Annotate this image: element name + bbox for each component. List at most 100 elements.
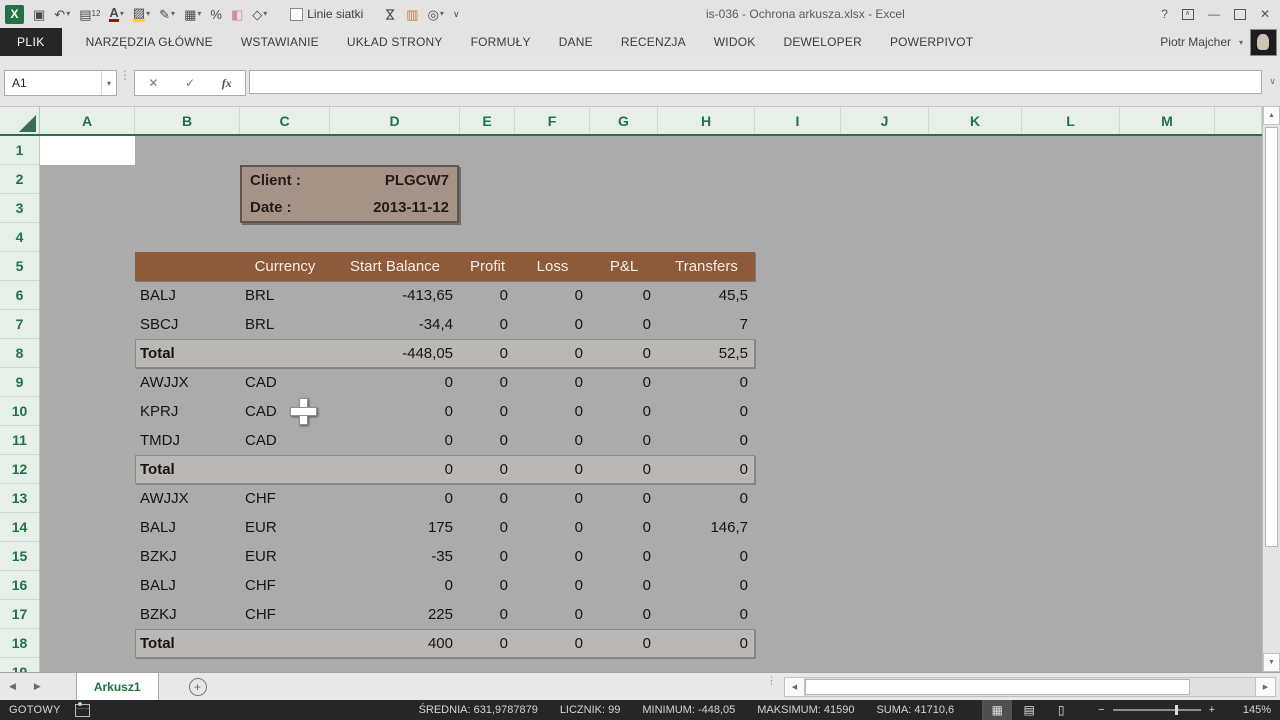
cell-r15c2[interactable]: -35 [330, 542, 460, 571]
font-color-dropdown-icon[interactable]: ▾ [120, 10, 124, 18]
normal-view-icon[interactable]: ▦ [982, 700, 1012, 720]
cell-r9c4[interactable]: 0 [515, 368, 590, 397]
cell-r12c4[interactable]: 0 [515, 455, 590, 484]
shapes-icon[interactable]: ◇▾ [252, 8, 267, 21]
column-header-I[interactable]: I [755, 107, 841, 134]
sheet-grid[interactable]: Client :PLGCW7Date :2013-11-12 CurrencyS… [40, 136, 1262, 672]
cell-r13c3[interactable]: 0 [460, 484, 515, 513]
row-header-19[interactable]: 19 [0, 658, 39, 672]
table-row-12[interactable]: Total00000 [135, 455, 755, 484]
cell-r10c2[interactable]: 0 [330, 397, 460, 426]
cell-r8c0[interactable]: Total [135, 339, 240, 368]
column-header-K[interactable]: K [929, 107, 1022, 134]
status-stat[interactable]: ŚREDNIA: 631,9787879 [419, 704, 538, 716]
ribbon-tab-deweloper[interactable]: DEWELOPER [769, 28, 875, 56]
table-row-6[interactable]: BALJBRL-413,6500045,5 [135, 281, 755, 310]
pen-icon[interactable]: ✎▾ [159, 8, 175, 21]
pen-dropdown-icon[interactable]: ▾ [171, 10, 175, 18]
cell-r8c4[interactable]: 0 [515, 339, 590, 368]
cell-r6c3[interactable]: 0 [460, 281, 515, 310]
cell-r6c2[interactable]: -413,65 [330, 281, 460, 310]
cell-r12c5[interactable]: 0 [590, 455, 658, 484]
next-sheet-icon[interactable]: ▶ [25, 681, 50, 692]
cell-r7c3[interactable]: 0 [460, 310, 515, 339]
cell-r12c6[interactable]: 0 [658, 455, 755, 484]
cell-r16c3[interactable]: 0 [460, 571, 515, 600]
user-area[interactable]: Piotr Majcher ▾ [1160, 28, 1280, 56]
table-row-8[interactable]: Total-448,0500052,5 [135, 339, 755, 368]
name-box[interactable]: A1 ▾ [4, 70, 117, 96]
ribbon-tab-widok[interactable]: WIDOK [700, 28, 770, 56]
cell-r7c1[interactable]: BRL [240, 310, 330, 339]
cell-r15c5[interactable]: 0 [590, 542, 658, 571]
vertical-scrollbar-thumb[interactable] [1265, 127, 1278, 547]
cell-r17c2[interactable]: 225 [330, 600, 460, 629]
row-header-10[interactable]: 10 [0, 397, 39, 426]
row-header-17[interactable]: 17 [0, 600, 39, 629]
cell-r12c0[interactable]: Total [135, 455, 240, 484]
vertical-scrollbar[interactable]: ▲ ▼ [1262, 106, 1280, 672]
row-header-7[interactable]: 7 [0, 310, 39, 339]
macro-record-icon[interactable] [75, 704, 90, 717]
table-header-profit[interactable]: Profit [460, 252, 515, 281]
cell-r12c3[interactable]: 0 [460, 455, 515, 484]
cell-r14c2[interactable]: 175 [330, 513, 460, 542]
cell-r7c5[interactable]: 0 [590, 310, 658, 339]
ribbon-tab-wstawianie[interactable]: WSTAWIANIE [227, 28, 333, 56]
ribbon-tab-dane[interactable]: DANE [545, 28, 607, 56]
cell-r15c4[interactable]: 0 [515, 542, 590, 571]
cell-r13c4[interactable]: 0 [515, 484, 590, 513]
client-info-box[interactable]: Client :PLGCW7Date :2013-11-12 [240, 165, 459, 223]
copy-picture-icon[interactable]: ▥ [406, 8, 418, 21]
cell-r9c5[interactable]: 0 [590, 368, 658, 397]
cell-r12c1[interactable] [240, 455, 330, 484]
cell-r10c1[interactable]: CAD [240, 397, 330, 426]
zoom-in-icon[interactable]: + [1209, 704, 1215, 716]
horizontal-scrollbar-thumb[interactable] [805, 679, 1190, 695]
formula-bar-separator[interactable]: ⋮ [119, 73, 125, 78]
row-header-1[interactable]: 1 [0, 136, 39, 165]
table-header-p-l[interactable]: P&L [590, 252, 658, 281]
cell-r14c1[interactable]: EUR [240, 513, 330, 542]
table-row-11[interactable]: TMDJCAD00000 [135, 426, 755, 455]
column-header-E[interactable]: E [460, 107, 515, 134]
cancel-entry-icon[interactable]: ✕ [148, 76, 158, 90]
cell-r7c2[interactable]: -34,4 [330, 310, 460, 339]
cell-r12c2[interactable]: 0 [330, 455, 460, 484]
column-header-H[interactable]: H [658, 107, 755, 134]
cell-r14c0[interactable]: BALJ [135, 513, 240, 542]
confirm-entry-icon[interactable]: ✓ [185, 76, 195, 90]
column-header-G[interactable]: G [590, 107, 658, 134]
cell-r7c4[interactable]: 0 [515, 310, 590, 339]
gridlines-checkbox[interactable] [290, 8, 303, 21]
scroll-left-icon[interactable]: ◀ [785, 678, 805, 696]
table-header-row[interactable]: CurrencyStart BalanceProfitLossP&LTransf… [135, 252, 755, 281]
cell-r13c2[interactable]: 0 [330, 484, 460, 513]
cell-r18c0[interactable]: Total [135, 629, 240, 658]
column-header-D[interactable]: D [330, 107, 460, 134]
cell-r8c6[interactable]: 52,5 [658, 339, 755, 368]
row-header-6[interactable]: 6 [0, 281, 39, 310]
fill-color-icon[interactable]: ▨▾ [133, 6, 150, 22]
row-header-16[interactable]: 16 [0, 571, 39, 600]
undo-icon[interactable]: ↶▾ [54, 8, 70, 21]
ribbon-display-options-icon[interactable]: ∧ [1182, 9, 1194, 20]
cell-r17c6[interactable]: 0 [658, 600, 755, 629]
cell-r6c6[interactable]: 45,5 [658, 281, 755, 310]
status-stat[interactable]: LICZNIK: 99 [560, 704, 621, 716]
status-stat[interactable]: SUMA: 41710,6 [876, 704, 954, 716]
column-header-M[interactable]: M [1120, 107, 1215, 134]
hourglass-icon[interactable]: ⋈ [384, 8, 397, 21]
table-row-10[interactable]: KPRJCAD00000 [135, 397, 755, 426]
table-header-currency[interactable]: Currency [240, 252, 330, 281]
cell-r9c1[interactable]: CAD [240, 368, 330, 397]
scroll-up-icon[interactable]: ▲ [1263, 106, 1280, 125]
cell-r18c3[interactable]: 0 [460, 629, 515, 658]
sheet-tab-arkusz1[interactable]: Arkusz1 [76, 673, 159, 700]
formula-bar-expand-icon[interactable]: ∨ [1269, 76, 1276, 87]
scroll-right-icon[interactable]: ▶ [1255, 678, 1275, 696]
insert-function-icon[interactable]: fx [222, 76, 232, 91]
row-header-4[interactable]: 4 [0, 223, 39, 252]
table-row-18[interactable]: Total4000000 [135, 629, 755, 658]
cell-r6c1[interactable]: BRL [240, 281, 330, 310]
